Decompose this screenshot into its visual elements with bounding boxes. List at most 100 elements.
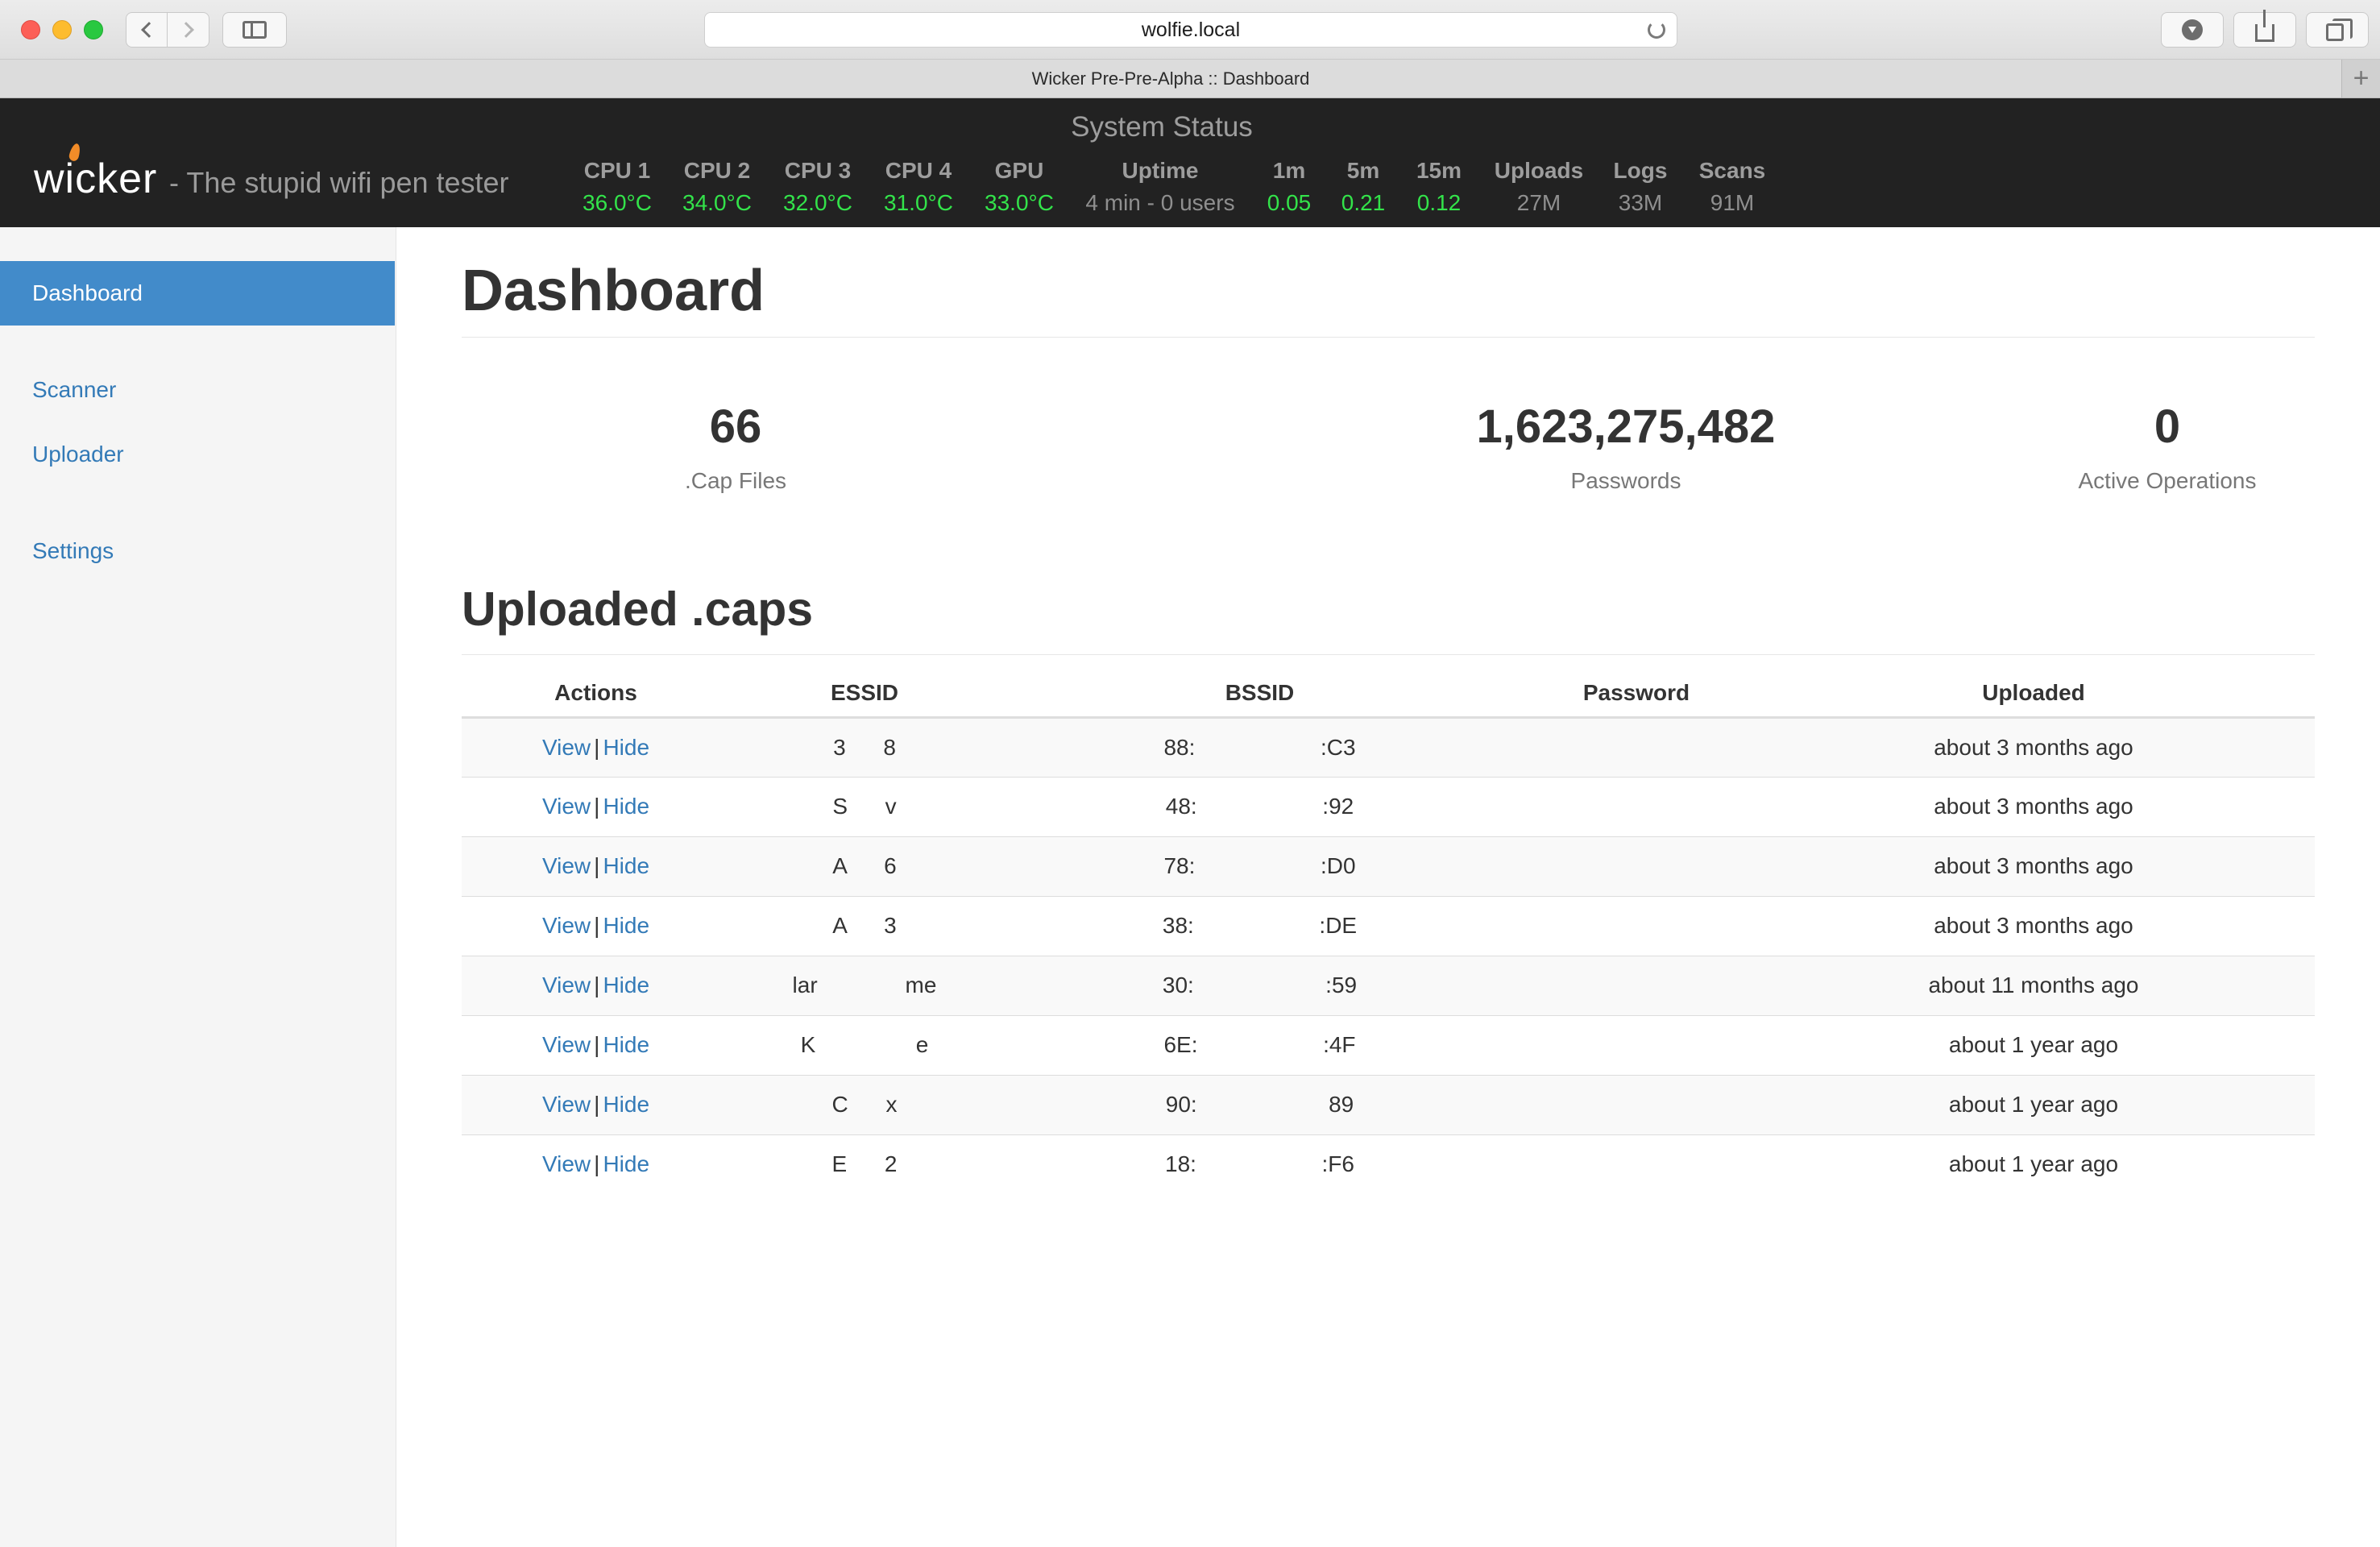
separator: |: [594, 734, 600, 760]
stat-value: 27M: [1516, 190, 1561, 215]
bssid-cell: 90: 89: [999, 1074, 1520, 1134]
tabs-icon: [2326, 19, 2353, 41]
hide-link[interactable]: Hide: [603, 735, 649, 760]
stat-load-15m: 15m 0.12: [1407, 158, 1471, 216]
divider: [462, 654, 2315, 655]
stat-label: CPU 2: [683, 158, 751, 183]
essid-cell: K e: [730, 1014, 999, 1075]
row-actions: View | Hide: [462, 1074, 730, 1134]
column-header-bssid: BSSID: [999, 670, 1520, 719]
view-link[interactable]: View: [542, 913, 591, 938]
stat-label: Uptime: [1122, 158, 1199, 183]
uploaded-cell: about 3 months ago: [1752, 776, 2315, 836]
reload-icon[interactable]: [1648, 21, 1665, 39]
password-cell: [1520, 1134, 1752, 1194]
tab-dashboard[interactable]: Wicker Pre-Pre-Alpha :: Dashboard: [0, 60, 2341, 97]
app-header: wicker - The stupid wifi pen tester Syst…: [0, 98, 2380, 227]
page-title: Dashboard: [462, 259, 765, 323]
stat-uptime: Uptime 4 min - 0 users: [1080, 158, 1241, 216]
uploaded-cell: about 1 year ago: [1752, 1134, 2315, 1194]
address-bar[interactable]: wolfie.local: [704, 12, 1677, 48]
window-maximize-button[interactable]: [84, 20, 103, 39]
view-link[interactable]: View: [542, 1032, 591, 1057]
new-tab-button[interactable]: +: [2341, 60, 2380, 97]
stat-label: CPU 4: [885, 158, 952, 183]
downloads-button[interactable]: [2161, 12, 2224, 48]
sidebar-toggle-button[interactable]: [222, 12, 287, 48]
stat-value: 34.0°C: [682, 190, 752, 215]
view-link[interactable]: View: [542, 973, 591, 997]
back-button[interactable]: [126, 12, 168, 48]
caps-table: Actions ESSID BSSID Password Uploaded Vi…: [462, 670, 2315, 1194]
essid-cell: A 6: [730, 836, 999, 896]
password-cell: [1520, 1014, 1752, 1075]
stat-label: 15m: [1416, 158, 1462, 183]
hide-link[interactable]: Hide: [603, 853, 649, 878]
stat-label: GPU: [994, 158, 1044, 183]
share-button[interactable]: [2233, 10, 2296, 48]
separator: |: [594, 1092, 600, 1117]
row-actions: View | Hide: [462, 716, 730, 777]
stat-value: 33M: [1618, 190, 1663, 215]
bssid-cell: 6E: :4F: [999, 1014, 1520, 1075]
bssid-cell: 88: :C3: [999, 716, 1520, 777]
system-status-title: System Status: [1071, 111, 1253, 143]
sidebar-item-uploader[interactable]: Uploader: [0, 422, 395, 487]
password-cell: [1520, 955, 1752, 1015]
uploaded-cell: about 3 months ago: [1752, 836, 2315, 896]
table-row: View | Hide lar me 30: :59 about 11 months ag…: [462, 955, 2315, 1015]
stat-label: CPU 3: [784, 158, 852, 183]
password-cell: [1520, 836, 1752, 896]
stat-load-1m: 1m 0.05: [1257, 158, 1321, 216]
stat-cpu1: CPU 1 36.0°C: [577, 158, 657, 216]
divider: [462, 337, 2315, 338]
separator: |: [594, 913, 600, 938]
table-row: View | Hide A 6 78: :D0 about 3 months ago: [462, 836, 2315, 896]
bssid-cell: 78: :D0: [999, 836, 1520, 896]
hide-link[interactable]: Hide: [603, 1092, 649, 1117]
view-link[interactable]: View: [542, 1151, 591, 1176]
forward-button[interactable]: [168, 12, 209, 48]
tab-title: Wicker Pre-Pre-Alpha :: Dashboard: [1031, 68, 1310, 89]
column-header-essid: ESSID: [730, 670, 999, 719]
sidebar: Dashboard Scanner Uploader Settings: [0, 227, 396, 1547]
hide-link[interactable]: Hide: [603, 1032, 649, 1057]
stat-cpu4: CPU 4 31.0°C: [878, 158, 959, 216]
back-chevron-icon: [141, 22, 157, 38]
stat-uploads: Uploads 27M: [1491, 158, 1587, 216]
stat-label: Logs: [1613, 158, 1668, 183]
window-minimize-button[interactable]: [52, 20, 72, 39]
essid-cell: E 2: [730, 1134, 999, 1194]
logo[interactable]: wicker: [34, 155, 157, 203]
password-cell: [1520, 1074, 1752, 1134]
view-link[interactable]: View: [542, 735, 591, 760]
hide-link[interactable]: Hide: [603, 913, 649, 938]
table-row: View | Hide K e 6E: :4F about 1 year ago: [462, 1014, 2315, 1075]
uploaded-cell: about 1 year ago: [1752, 1074, 2315, 1134]
hide-link[interactable]: Hide: [603, 973, 649, 997]
window-close-button[interactable]: [21, 20, 40, 39]
separator: |: [594, 853, 600, 878]
stat-label: Uploads: [1494, 158, 1584, 183]
kpi-cap-files: 66 .Cap Files: [583, 400, 889, 494]
sidebar-item-settings[interactable]: Settings: [0, 519, 395, 583]
column-header-actions: Actions: [462, 670, 730, 719]
view-link[interactable]: View: [542, 1092, 591, 1117]
view-link[interactable]: View: [542, 794, 591, 819]
hide-link[interactable]: Hide: [603, 794, 649, 819]
uploaded-cell: about 11 months ago: [1752, 955, 2315, 1015]
sidebar-item-dashboard[interactable]: Dashboard: [0, 261, 395, 326]
tab-strip: Wicker Pre-Pre-Alpha :: Dashboard +: [0, 60, 2380, 98]
view-link[interactable]: View: [542, 853, 591, 878]
separator: |: [594, 1151, 600, 1177]
hide-link[interactable]: Hide: [603, 1151, 649, 1176]
row-actions: View | Hide: [462, 955, 730, 1015]
uploaded-cell: about 1 year ago: [1752, 1014, 2315, 1075]
kpi-active-operations: 0 Active Operations: [2014, 400, 2320, 494]
kpi-label: .Cap Files: [684, 468, 787, 493]
sidebar-item-scanner[interactable]: Scanner: [0, 358, 395, 422]
show-tabs-button[interactable]: [2306, 12, 2369, 48]
table-row: View | Hide A 3 38: :DE about 3 months ago: [462, 895, 2315, 956]
share-icon: [2255, 10, 2274, 42]
download-icon: [2182, 19, 2203, 40]
